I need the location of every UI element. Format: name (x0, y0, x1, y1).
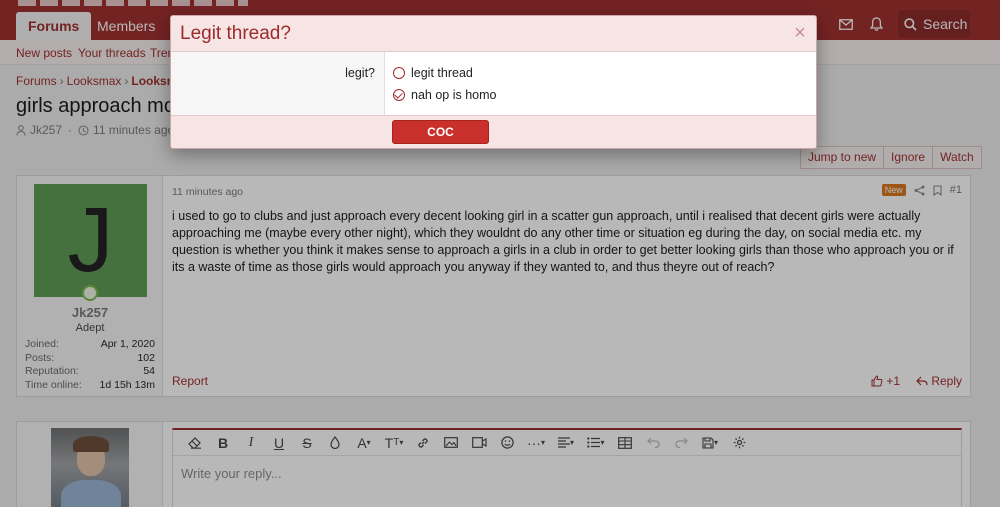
submit-vote-button[interactable]: COC (392, 120, 489, 144)
radio-checked-icon (393, 89, 405, 101)
dialog-footer: COC (171, 115, 816, 148)
poll-form-row: legit? legit thread nah op is homo (171, 52, 816, 115)
poll-dialog: Legit thread? × legit? legit thread nah … (170, 15, 817, 149)
dialog-header: Legit thread? × (171, 16, 816, 52)
radio-label: legit thread (411, 66, 473, 80)
form-label-column: legit? (171, 52, 385, 115)
radio-label: nah op is homo (411, 88, 497, 102)
field-label: legit? (345, 66, 375, 80)
radio-option-nah-op[interactable]: nah op is homo (393, 88, 496, 102)
dialog-title: Legit thread? (180, 23, 291, 44)
close-icon[interactable]: × (792, 22, 808, 44)
radio-unchecked-icon (393, 67, 405, 79)
radio-option-legit-thread[interactable]: legit thread (393, 66, 473, 80)
